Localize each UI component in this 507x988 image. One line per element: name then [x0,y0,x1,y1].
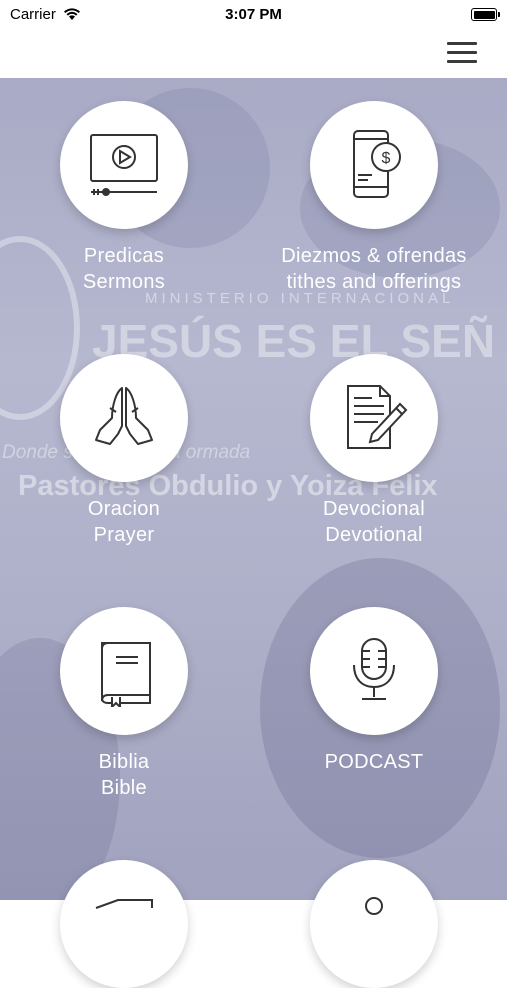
prayer-button[interactable] [60,354,188,482]
mobile-payment-icon: $ [353,130,401,198]
tithes-label: Diezmos & ofrendas tithes and offerings [281,245,467,293]
bible-button[interactable] [60,607,188,735]
menu-tile-row4-right[interactable] [254,860,494,988]
sermons-label: Predicas Sermons [82,245,166,293]
svg-text:$: $ [382,150,391,167]
menu-tile-row4-left[interactable] [4,860,244,988]
menu-tile-sermons[interactable]: Predicas Sermons [4,101,244,295]
row4-right-button[interactable] [310,860,438,988]
podcast-label: PODCAST [324,751,424,773]
praying-hands-icon [95,387,153,445]
devotional-label: Devocional Devotional [323,498,425,546]
document-pencil-icon [347,385,408,449]
book-icon [101,642,151,707]
sermons-button[interactable] [60,101,188,229]
row4-left-button[interactable] [60,860,188,988]
battery-icon [471,8,500,21]
menu-tile-devotional[interactable]: Devocional Devotional [254,354,494,548]
status-bar: Carrier 3:07 PM [0,0,507,30]
bible-label: Biblia Bible [98,751,150,799]
devotional-button[interactable] [310,354,438,482]
partial-icon [95,899,153,909]
video-player-icon [90,134,158,196]
menu-tile-podcast[interactable]: PODCAST [254,607,494,775]
status-time: 3:07 PM [225,6,282,23]
location-pin-icon [365,897,383,915]
menu-tile-tithes[interactable]: $ Diezmos & ofrendas tithes and offering… [254,101,494,295]
podcast-button[interactable] [310,607,438,735]
nav-bar [0,30,507,78]
tithes-button[interactable]: $ [310,101,438,229]
microphone-icon [353,638,395,700]
hamburger-menu-icon[interactable] [445,39,479,67]
prayer-label: Oracion Prayer [87,498,161,546]
menu-tile-bible[interactable]: Biblia Bible [4,607,244,801]
menu-tile-prayer[interactable]: Oracion Prayer [4,354,244,548]
